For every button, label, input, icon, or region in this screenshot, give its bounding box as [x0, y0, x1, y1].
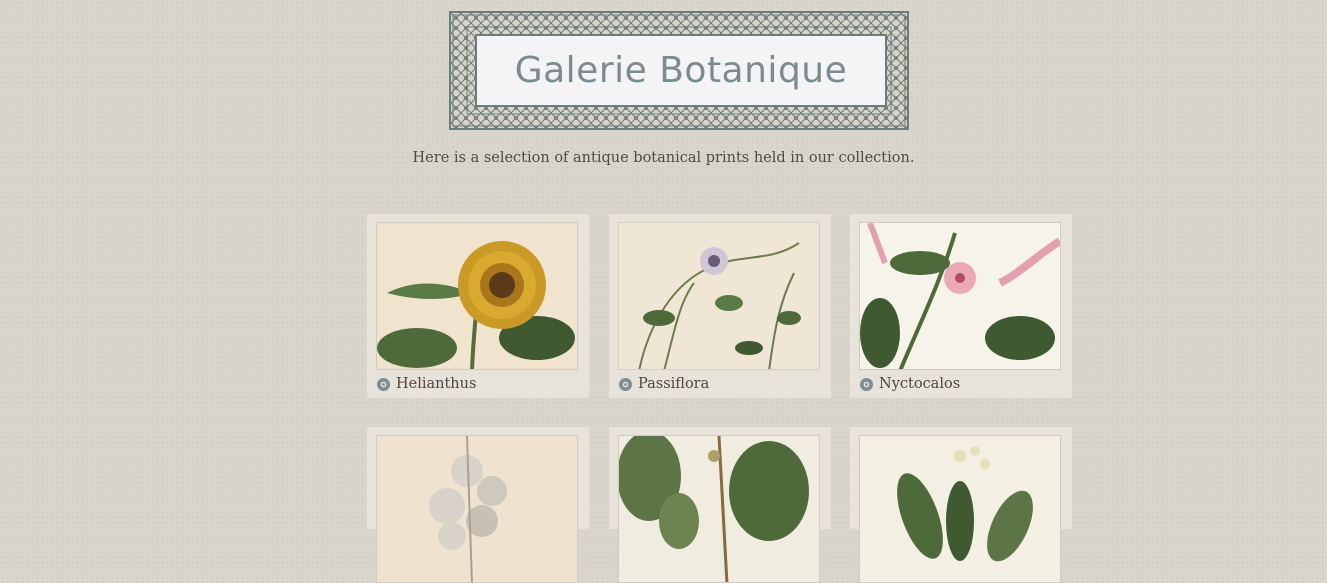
gallery-card-passiflora[interactable]: Passiflora	[609, 214, 831, 398]
orchid-print[interactable]	[859, 435, 1061, 583]
gear-icon	[376, 377, 391, 391]
gallery-caption[interactable]: Nyctocalos	[859, 370, 1063, 398]
site-title: Galerie Botanique	[514, 50, 848, 91]
gallery-card-nyctocalos[interactable]: Nyctocalos	[850, 214, 1072, 398]
helianthus-print[interactable]	[376, 222, 578, 370]
gear-icon	[618, 377, 633, 391]
gallery-card-4[interactable]	[367, 427, 589, 583]
gallery-caption[interactable]: Passiflora	[618, 370, 822, 398]
gallery-card-5[interactable]	[609, 427, 831, 583]
site-header-frame: Galerie Botanique	[449, 11, 909, 130]
hyacinth-print[interactable]	[376, 435, 578, 583]
gallery-caption[interactable]: Helianthus	[376, 370, 580, 398]
gallery-item-label[interactable]: Nyctocalos	[879, 376, 960, 392]
laurel-print[interactable]	[618, 435, 820, 583]
passiflora-print[interactable]	[618, 222, 820, 370]
gallery-item-label[interactable]: Helianthus	[396, 376, 476, 392]
nyctocalos-print[interactable]	[859, 222, 1061, 370]
title-box: Galerie Botanique	[475, 34, 887, 107]
gallery-card-helianthus[interactable]: Helianthus	[367, 214, 589, 398]
gallery-item-label[interactable]: Passiflora	[638, 376, 709, 392]
gallery-card-6[interactable]	[850, 427, 1072, 583]
gear-icon	[859, 377, 874, 391]
intro-text: Here is a selection of antique botanical…	[412, 150, 915, 166]
